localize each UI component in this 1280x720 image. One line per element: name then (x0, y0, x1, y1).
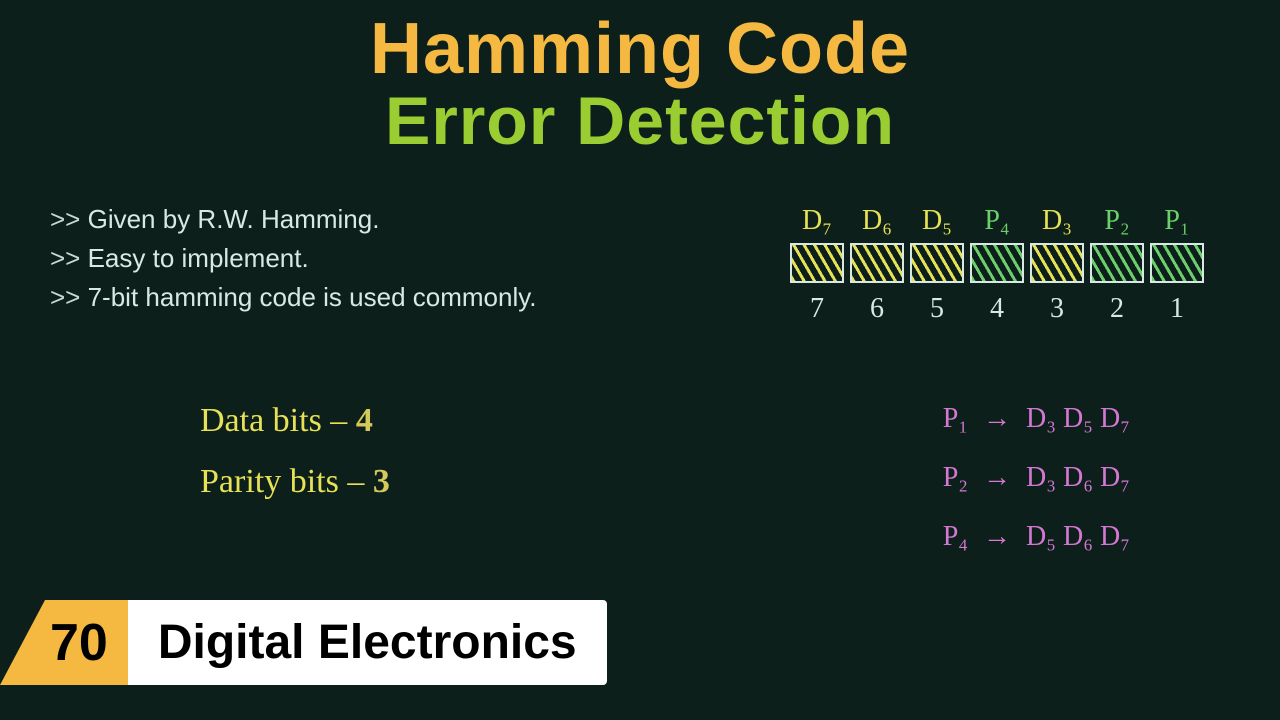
bit-box-parity (970, 243, 1024, 283)
parity-bits-line: Parity bits – 3 (200, 451, 390, 512)
footer-triangle-icon (0, 600, 45, 685)
footer-banner: 70 Digital Electronics (0, 600, 607, 685)
title-line2: Error Detection (0, 82, 1280, 160)
handwriting-counts: Data bits – 4 Parity bits – 3 (200, 390, 390, 512)
bit-bottom-label: 1 (1150, 293, 1204, 325)
bit-labels-bottom: 7 6 5 4 3 2 1 (790, 293, 1220, 325)
bit-boxes (790, 243, 1220, 283)
bit-box-data (790, 243, 844, 283)
bit-bottom-label: 5 (910, 293, 964, 325)
bullet-item: >> Given by R.W. Hamming. (50, 200, 537, 239)
bit-box-data (1030, 243, 1084, 283)
title-line1: Hamming Code (0, 8, 1280, 90)
bit-bottom-label: 2 (1090, 293, 1144, 325)
bit-diagram: D₇ D₆ D₅ P₄ D₃ P₂ P₁ 7 6 5 4 3 2 1 (790, 205, 1220, 325)
parity-relation-line: P₄ → D₅ D₆ D₇ (943, 508, 1130, 567)
bit-top-label: D₃ (1030, 205, 1084, 237)
bit-bottom-label: 6 (850, 293, 904, 325)
parity-relation-line: P₂ → D₃ D₆ D₇ (943, 449, 1130, 508)
bit-box-parity (1150, 243, 1204, 283)
arrow-icon: → (983, 390, 1011, 449)
bit-top-label: D₆ (850, 205, 904, 237)
bit-box-parity (1090, 243, 1144, 283)
bit-top-label: P₄ (970, 205, 1024, 237)
bit-box-data (910, 243, 964, 283)
parity-relation-line: P₁ → D₃ D₅ D₇ (943, 390, 1130, 449)
arrow-icon: → (983, 449, 1011, 508)
bullet-item: >> Easy to implement. (50, 239, 537, 278)
bit-bottom-label: 4 (970, 293, 1024, 325)
bit-labels-top: D₇ D₆ D₅ P₄ D₃ P₂ P₁ (790, 205, 1220, 237)
bit-top-label: D₇ (790, 205, 844, 237)
arrow-icon: → (983, 508, 1011, 567)
title-block: Hamming Code Error Detection (0, 0, 1280, 160)
bit-top-label: P₂ (1090, 205, 1144, 237)
bullet-item: >> 7-bit hamming code is used commonly. (50, 278, 537, 317)
bullet-list: >> Given by R.W. Hamming. >> Easy to imp… (50, 200, 537, 317)
bit-bottom-label: 7 (790, 293, 844, 325)
bit-bottom-label: 3 (1030, 293, 1084, 325)
parity-relations: P₁ → D₃ D₅ D₇ P₂ → D₃ D₆ D₇ P₄ → D₅ D₆ D… (943, 390, 1130, 566)
data-bits-line: Data bits – 4 (200, 390, 390, 451)
course-label: Digital Electronics (128, 600, 607, 685)
lesson-number: 70 (45, 600, 128, 685)
bit-top-label: D₅ (910, 205, 964, 237)
bit-box-data (850, 243, 904, 283)
bit-top-label: P₁ (1150, 205, 1204, 237)
